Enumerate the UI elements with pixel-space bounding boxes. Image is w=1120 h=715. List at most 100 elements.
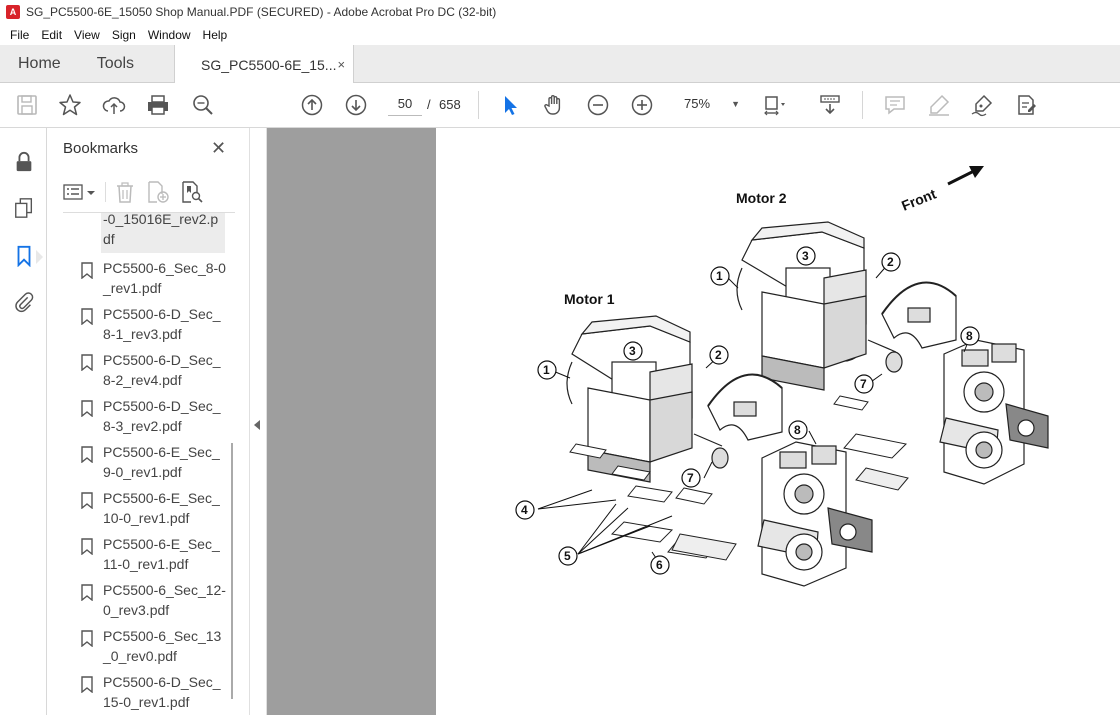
callout-7a: 7	[854, 374, 874, 394]
chevron-down-icon: ▼	[731, 99, 740, 109]
sign-pen-icon[interactable]	[970, 93, 994, 117]
svg-text:6: 6	[656, 558, 663, 572]
bookmark-label: PC5500-6-E_Sec_10-0_rev1.pdf	[103, 490, 220, 526]
page-up-icon[interactable]	[300, 93, 324, 117]
main-toolbar: 50 / 658 75% ▼	[0, 83, 1120, 128]
svg-text:5: 5	[564, 549, 571, 563]
title-bar: A SG_PC5500-6E_15050 Shop Manual.PDF (SE…	[0, 0, 1120, 24]
bookmark-label: PC5500-6-D_Sec_8-3_rev2.pdf	[103, 398, 221, 434]
zoom-in-icon[interactable]	[630, 93, 654, 117]
menu-view[interactable]: View	[68, 28, 106, 42]
bookmarks-toolbar	[63, 178, 233, 206]
page-number-input[interactable]: 50	[388, 92, 422, 116]
collapse-panel-icon[interactable]	[254, 420, 260, 430]
panel-splitter[interactable]	[249, 128, 267, 715]
svg-text:3: 3	[802, 249, 809, 263]
delete-bookmark-icon[interactable]	[115, 180, 135, 204]
bookmark-ribbon-icon	[81, 676, 93, 693]
bookmark-ribbon-icon	[81, 400, 93, 417]
menu-sign[interactable]: Sign	[106, 28, 142, 42]
bookmark-label: PC5500-6_Sec_13_0_rev0.pdf	[103, 628, 222, 664]
highlight-pen-icon[interactable]	[927, 93, 951, 117]
svg-text:3: 3	[629, 344, 636, 358]
bookmarks-scrollbar[interactable]	[231, 443, 233, 699]
bookmark-ribbon-icon	[81, 630, 93, 647]
bookmark-ribbon-icon	[81, 584, 93, 601]
svg-text:7: 7	[687, 471, 694, 485]
star-icon[interactable]	[58, 93, 82, 117]
menu-help[interactable]: Help	[197, 28, 234, 42]
save-icon[interactable]	[15, 93, 39, 117]
svg-text:7: 7	[860, 377, 867, 391]
motor2-label: Motor 2	[736, 190, 787, 206]
zoom-value: 75%	[684, 96, 711, 111]
front-arrow	[947, 166, 984, 186]
menu-edit[interactable]: Edit	[35, 28, 68, 42]
svg-text:2: 2	[715, 348, 722, 362]
callout-6: 6	[650, 555, 670, 575]
menu-file[interactable]: File	[4, 28, 35, 42]
find-bookmark-icon[interactable]	[181, 180, 203, 204]
svg-text:8: 8	[966, 329, 973, 343]
tab-tools[interactable]: Tools	[79, 45, 152, 82]
tab-home[interactable]: Home	[0, 45, 79, 82]
gearbox1-drawing	[757, 441, 873, 587]
page-down-icon[interactable]	[344, 93, 368, 117]
export-pdf-icon[interactable]	[1014, 93, 1038, 117]
callout-8b: 8	[788, 420, 808, 440]
bookmark-panel-icon[interactable]	[12, 244, 36, 268]
document-viewport[interactable]: Motor 2 Motor 1 Front 1 3 2 1 3 2 7 8 8 …	[267, 128, 1120, 715]
window-title: SG_PC5500-6E_15050 Shop Manual.PDF (SECU…	[26, 5, 497, 19]
toolbar-divider	[862, 91, 863, 119]
zoom-select[interactable]: 75% ▼	[684, 96, 740, 111]
tab-document-label: SG_PC5500-6E_15...	[201, 56, 337, 73]
new-bookmark-icon[interactable]	[147, 180, 169, 204]
toolbar-divider	[478, 91, 479, 119]
zoom-out-icon[interactable]	[586, 93, 610, 117]
lock-icon[interactable]	[12, 150, 36, 174]
callout-5: 5	[558, 546, 578, 566]
left-rail	[0, 128, 47, 715]
callout-2a: 2	[881, 252, 901, 272]
upload-cloud-icon[interactable]	[102, 93, 126, 117]
page-total: 658	[439, 97, 461, 112]
page-fit-icon[interactable]	[762, 93, 786, 117]
bookmark-item-partial[interactable]: -0_15016E_rev2.pdf	[101, 213, 225, 253]
motor1-label: Motor 1	[564, 291, 615, 307]
svg-text:1: 1	[716, 269, 723, 283]
callout-1a: 1	[710, 266, 730, 286]
hand-tool-icon[interactable]	[542, 93, 566, 117]
bookmark-label: PC5500-6_Sec_12-0_rev3.pdf	[103, 582, 226, 618]
callout-4: 4	[515, 500, 535, 520]
print-icon[interactable]	[146, 93, 170, 117]
scroll-mode-icon[interactable]	[818, 93, 842, 117]
tab-close-icon[interactable]: ×	[337, 57, 345, 72]
acrobat-icon: A	[6, 5, 20, 19]
svg-text:1: 1	[543, 363, 550, 377]
bookmark-list: -0_15016E_rev2.pdf PC5500-6_Sec_8-0_rev1…	[47, 213, 237, 715]
menu-window[interactable]: Window	[142, 28, 197, 42]
tab-document[interactable]: SG_PC5500-6E_15... ×	[174, 45, 355, 84]
bookmark-label: PC5500-6-D_Sec_15-0_rev1.pdf	[103, 674, 221, 710]
bookmark-ribbon-icon	[81, 446, 93, 463]
bookmark-label: PC5500-6-E_Sec_9-0_rev1.pdf	[103, 444, 220, 480]
bookmark-label: PC5500-6-D_Sec_8-1_rev3.pdf	[103, 306, 221, 342]
bookmarks-title: Bookmarks	[63, 140, 139, 157]
callout-7b: 7	[681, 468, 701, 488]
bookmark-options-icon[interactable]	[63, 180, 97, 204]
front-label: Front	[899, 185, 938, 213]
select-cursor-icon[interactable]	[498, 93, 522, 117]
comment-icon[interactable]	[883, 93, 907, 117]
callout-3a: 3	[796, 246, 816, 266]
paperclip-icon[interactable]	[12, 290, 36, 314]
gearbox2-drawing	[939, 339, 1049, 485]
close-icon[interactable]: ✕	[211, 138, 226, 159]
pages-thumbnails-icon[interactable]	[12, 196, 36, 220]
bookmark-label: PC5500-6-D_Sec_8-2_rev4.pdf	[103, 352, 221, 388]
callout-3b: 3	[623, 341, 643, 361]
svg-text:4: 4	[521, 503, 528, 517]
bookmark-ribbon-icon	[81, 308, 93, 325]
page-separator: /	[427, 97, 431, 112]
zoom-search-icon[interactable]	[191, 93, 215, 117]
tab-bar: Home Tools SG_PC5500-6E_15... ×	[0, 45, 1120, 84]
